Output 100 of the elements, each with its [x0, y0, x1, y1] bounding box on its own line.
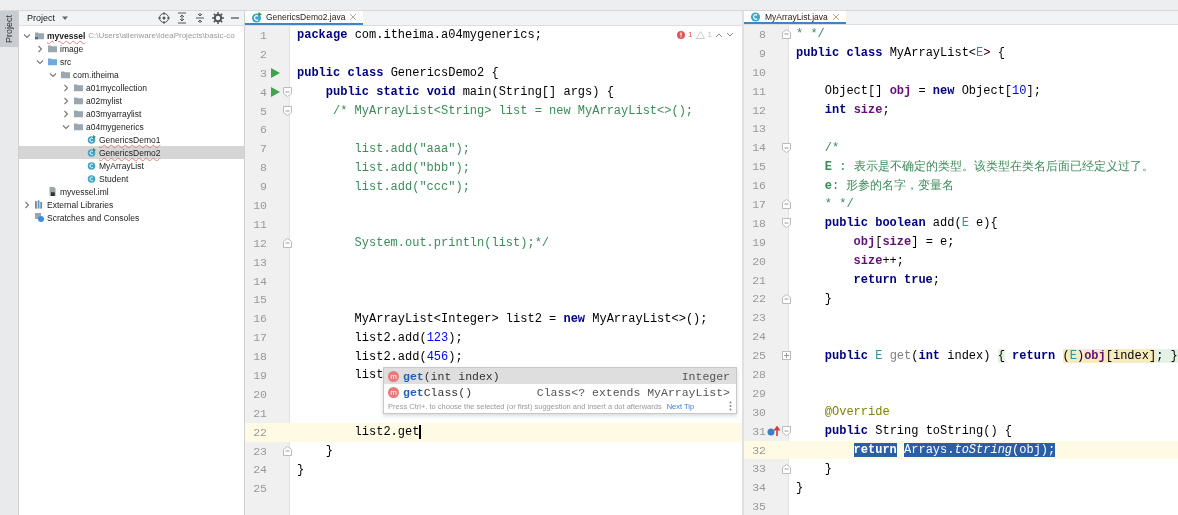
tree-item[interactable]: image: [19, 42, 244, 55]
code-line: * */: [823, 197, 854, 212]
class-icon: [87, 174, 96, 183]
tree-item[interactable]: a04mygenerics: [19, 120, 244, 133]
tree-item[interactable]: GenericsDemo2: [19, 146, 244, 159]
suggestion-item[interactable]: m getClass() Class<? extends MyArrayList>: [384, 384, 736, 401]
code-line: public static void main(String[] args) {: [324, 85, 614, 100]
tree-item[interactable]: myvessel C:\Users\alienware\IdeaProjects\basic-co: [19, 29, 244, 42]
previous-icon[interactable]: [715, 31, 723, 38]
line-number: 25: [751, 349, 766, 363]
line-number: 13: [252, 255, 267, 269]
collapse-all-icon[interactable]: [194, 12, 206, 24]
fold-icon[interactable]: [283, 238, 292, 249]
line-number: 22: [252, 425, 267, 439]
code-line: }: [324, 444, 333, 459]
line-number: 34: [751, 481, 766, 495]
next-icon[interactable]: [726, 31, 734, 38]
code-line: public boolean add(E e){: [823, 216, 998, 231]
dropdown-icon[interactable]: [61, 14, 69, 22]
code-line: Object[] obj = new Object[10];: [823, 84, 1041, 99]
line-number: 9: [758, 46, 766, 60]
settings-icon[interactable]: [212, 12, 224, 24]
item-label: GenericsDemo1: [99, 134, 161, 145]
fold-icon[interactable]: [782, 463, 791, 474]
line-number: 18: [751, 216, 766, 230]
class-icon: [750, 11, 761, 22]
suggestion-item[interactable]: m get(int index) Integer: [384, 368, 736, 385]
project-tool-tab[interactable]: Project: [0, 11, 18, 47]
line-number: 7: [259, 142, 267, 156]
expand-fold-icon[interactable]: [782, 350, 791, 361]
code-line: list2.get: [353, 425, 421, 440]
fold-icon[interactable]: [782, 142, 791, 153]
fold-icon[interactable]: [283, 446, 292, 457]
code-line: }: [823, 291, 832, 306]
code-line: }: [823, 461, 832, 476]
tree-item[interactable]: src: [19, 55, 244, 68]
run-icon[interactable]: [270, 68, 280, 79]
item-label: Scratches and Consoles: [47, 212, 140, 223]
fold-icon[interactable]: [782, 199, 791, 210]
tab-label: GenericsDemo2.java: [266, 12, 346, 22]
fold-icon[interactable]: [782, 293, 791, 304]
close-icon[interactable]: [831, 12, 840, 21]
line-number: 13: [751, 122, 766, 136]
panel-title[interactable]: Project: [27, 13, 55, 23]
tree-item[interactable]: myvessel.iml: [19, 185, 244, 198]
code-line: list.add("bbb");: [353, 160, 470, 175]
tree-item[interactable]: Scratches and Consoles: [19, 211, 244, 224]
line-number: 29: [751, 386, 766, 400]
code-line: list2.add(456);: [353, 349, 463, 364]
code-line: }: [796, 480, 804, 495]
fold-icon[interactable]: [283, 106, 292, 116]
more-icon[interactable]: [729, 401, 732, 412]
item-label: myvessel: [47, 30, 86, 41]
code-line: public String toString() {: [823, 424, 1013, 439]
code-line: public class MyArrayList<E> {: [796, 46, 1005, 61]
tree-item[interactable]: External Libraries: [19, 198, 244, 211]
fold-icon[interactable]: [782, 29, 791, 40]
code-line: size++;: [852, 254, 905, 269]
item-label: External Libraries: [47, 199, 114, 210]
tree-item[interactable]: a01mycollection: [19, 81, 244, 94]
tree-item[interactable]: com.itheima: [19, 68, 244, 81]
tree-item[interactable]: a03myarraylist: [19, 107, 244, 120]
line-number: 2: [259, 47, 267, 61]
tree-item[interactable]: MyArrayList: [19, 159, 244, 172]
line-number: 10: [751, 65, 766, 79]
tree-item[interactable]: Student: [19, 172, 244, 185]
line-number: 16: [252, 312, 267, 326]
editor-tab[interactable]: MyArrayList.java: [744, 11, 846, 24]
module-folder-icon: [35, 31, 44, 40]
expand-all-icon[interactable]: [176, 12, 188, 24]
code-line: return Arrays.toString(obj);: [852, 443, 1056, 458]
library-icon: [35, 200, 44, 209]
override-icon[interactable]: [767, 426, 781, 437]
fold-icon[interactable]: [782, 218, 791, 229]
code-line: return true;: [852, 273, 941, 287]
fold-icon[interactable]: [782, 426, 791, 437]
line-number: 24: [252, 463, 267, 477]
editor-tab[interactable]: GenericsDemo2.java: [245, 11, 364, 25]
line-number: 32: [751, 443, 766, 457]
error-icon: [677, 30, 686, 39]
code-line: public class GenericsDemo2 {: [297, 66, 499, 81]
item-label: MyArrayList: [99, 160, 144, 171]
line-number: 14: [751, 141, 766, 155]
crosshair-icon[interactable]: [158, 12, 170, 24]
code-line: * */: [796, 27, 825, 42]
code-line: list.add("aaa");: [353, 141, 470, 156]
code-line: obj[size] = e;: [852, 235, 955, 250]
code-line: list: [353, 368, 384, 383]
line-number: 23: [252, 444, 267, 458]
fold-icon[interactable]: [283, 87, 292, 98]
line-number: 17: [751, 197, 766, 211]
code-line: /* MyArrayList<String> list = new MyArrayList<>();: [332, 104, 694, 118]
tree-item[interactable]: GenericsDemo1: [19, 133, 244, 146]
run-icon[interactable]: [270, 87, 280, 98]
close-icon[interactable]: [349, 13, 358, 21]
line-number: 28: [751, 367, 766, 381]
item-label: a01mycollection: [86, 82, 147, 93]
item-label: Student: [99, 173, 129, 184]
line-number: 6: [259, 123, 267, 137]
tree-item[interactable]: a02mylist: [19, 94, 244, 107]
